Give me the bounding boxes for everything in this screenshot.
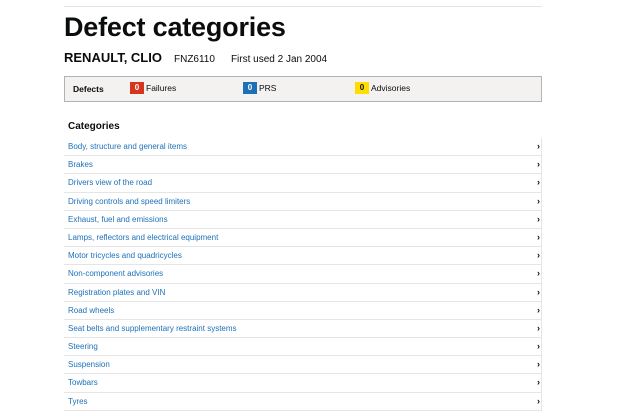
vehicle-summary: RENAULT, CLIO FNZ6110 First used 2 Jan 2… (64, 50, 327, 68)
category-link[interactable]: Non-component advisories (68, 269, 163, 278)
category-item[interactable]: Registration plates and VIN › (64, 284, 542, 302)
defects-summary-panel: Defects 0 Failures 0 PRS 0 Advisories (64, 76, 542, 102)
category-item[interactable]: Road wheels › (64, 302, 542, 320)
chevron-right-icon: › (537, 159, 540, 170)
category-item[interactable]: Non-component advisories › (64, 265, 542, 284)
category-link[interactable]: Lamps, reflectors and electrical equipme… (68, 233, 218, 242)
category-link[interactable]: Seat belts and supplementary restraint s… (68, 324, 237, 333)
category-link[interactable]: Road wheels (68, 306, 114, 315)
category-link[interactable]: Brakes (68, 160, 93, 169)
category-link[interactable]: Tyres (68, 397, 88, 406)
page-title: Defect categories (64, 12, 286, 42)
category-link[interactable]: Exhaust, fuel and emissions (68, 215, 168, 224)
chevron-right-icon: › (537, 395, 540, 406)
advisories-count: 0 Advisories (355, 82, 410, 94)
failures-badge: 0 (130, 82, 144, 94)
category-link[interactable]: Drivers view of the road (68, 178, 152, 187)
category-link[interactable]: Registration plates and VIN (68, 288, 165, 297)
categories-heading: Categories (68, 121, 120, 132)
category-link[interactable]: Steering (68, 342, 98, 351)
category-link[interactable]: Body, structure and general items (68, 142, 187, 151)
chevron-right-icon: › (537, 177, 540, 188)
chevron-right-icon: › (537, 268, 540, 279)
advisories-label: Advisories (371, 83, 411, 93)
prs-count: 0 PRS (243, 82, 276, 94)
category-item[interactable]: Towbars › (64, 374, 542, 393)
category-list: Body, structure and general items › Brake… (64, 138, 542, 411)
prs-label: PRS (259, 83, 277, 93)
chevron-right-icon: › (537, 341, 540, 352)
category-item[interactable]: Steering › (64, 338, 542, 357)
advisories-badge: 0 (355, 82, 369, 94)
chevron-right-icon: › (537, 304, 540, 315)
chevron-right-icon: › (537, 213, 540, 224)
category-item[interactable]: Seat belts and supplementary restraint s… (64, 320, 542, 339)
chevron-right-icon: › (537, 359, 540, 370)
top-divider (64, 6, 542, 7)
category-item[interactable]: Motor tricycles and quadricycles › (64, 247, 542, 266)
chevron-right-icon: › (537, 195, 540, 206)
chevron-right-icon: › (537, 231, 540, 242)
prs-badge: 0 (243, 82, 257, 94)
failures-count: 0 Failures (130, 82, 176, 94)
category-item[interactable]: Exhaust, fuel and emissions › (64, 211, 542, 229)
category-link[interactable]: Towbars (68, 378, 98, 387)
category-item[interactable]: Driving controls and speed limiters › (64, 193, 542, 211)
chevron-right-icon: › (537, 377, 540, 388)
category-item[interactable]: Drivers view of the road › (64, 174, 542, 193)
category-item[interactable]: Brakes › (64, 156, 542, 175)
category-item[interactable]: Suspension › (64, 356, 542, 375)
chevron-right-icon: › (537, 322, 540, 333)
defects-label: Defects (73, 84, 104, 94)
vehicle-name: RENAULT, CLIO (64, 50, 162, 65)
category-link[interactable]: Driving controls and speed limiters (68, 197, 190, 206)
chevron-right-icon: › (537, 286, 540, 297)
failures-label: Failures (146, 83, 177, 93)
category-item[interactable]: Lamps, reflectors and electrical equipme… (64, 229, 542, 248)
chevron-right-icon: › (537, 141, 540, 151)
vehicle-registration: FNZ6110 (173, 54, 215, 65)
vehicle-first-used: First used 2 Jan 2004 (230, 54, 328, 65)
category-item[interactable]: Body, structure and general items › (64, 138, 542, 157)
category-item[interactable]: Tyres › (64, 393, 542, 411)
category-link[interactable]: Suspension (68, 360, 110, 369)
category-link[interactable]: Motor tricycles and quadricycles (68, 251, 182, 260)
chevron-right-icon: › (537, 250, 540, 261)
